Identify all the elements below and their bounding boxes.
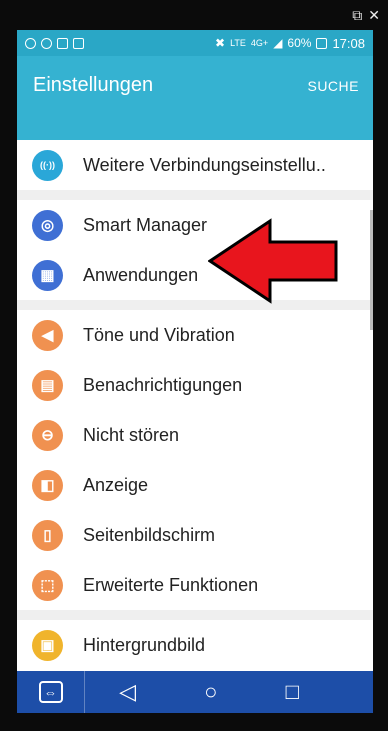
group-divider: [17, 610, 373, 620]
group-divider: [17, 190, 373, 200]
advanced-features-icon: ⬚: [32, 569, 63, 601]
settings-item-label: Hintergrundbild: [83, 634, 206, 655]
popout-icon[interactable]: ⧉: [352, 8, 362, 22]
settings-item[interactable]: ⬚ Erweiterte Funktionen: [17, 560, 373, 610]
navigation-bar: ⇔ ◁ ○ □: [17, 671, 373, 713]
teamviewer-button[interactable]: ⇔: [17, 671, 85, 713]
settings-item-label: Erweiterte Funktionen: [83, 574, 259, 595]
settings-item[interactable]: ▤ Benachrichtigungen: [17, 360, 373, 410]
folder-icon: [73, 37, 84, 49]
screenshot-frame: ⧉ ✕ ✖ LTE 4G+ ◢ 60% 17:08 Einstellungen: [0, 0, 388, 731]
whatsapp-icon: [25, 37, 36, 49]
settings-item[interactable]: ▯ Seitenbildschirm: [17, 510, 373, 560]
mute-icon: ✖: [215, 36, 226, 50]
settings-group: ◀ Töne und Vibration ▤ Benachrichtigungen ⊖ N…: [17, 310, 373, 610]
settings-item-label: Weitere Verbindungseinstellu..: [83, 154, 326, 175]
battery-icon: [316, 37, 328, 49]
red-arrow-pointer: [208, 218, 338, 304]
settings-item-label: Seitenbildschirm: [83, 524, 216, 545]
settings-group: ((·)) Weitere Verbindungseinstellu..: [17, 140, 373, 190]
phone-screen: ✖ LTE 4G+ ◢ 60% 17:08 Einstellungen SUCH…: [17, 30, 373, 713]
edge-screen-icon: ▯: [32, 519, 63, 551]
settings-item-label: Anzeige: [83, 474, 149, 495]
search-button[interactable]: SUCHE: [307, 74, 359, 94]
settings-item-label: Nicht stören: [83, 424, 180, 445]
display-icon: ◧: [32, 469, 63, 501]
wifi-signal-icon: ((·)): [32, 149, 63, 181]
teamviewer-icon: ⇔: [38, 681, 63, 703]
home-icon[interactable]: ○: [204, 679, 217, 705]
clock: 17:08: [332, 35, 365, 51]
recents-icon[interactable]: □: [286, 679, 299, 705]
settings-item[interactable]: ▣ Hintergrundbild: [17, 620, 373, 670]
scrollbar[interactable]: [370, 210, 373, 330]
settings-item-label: Töne und Vibration: [83, 324, 235, 345]
settings-item[interactable]: ◀ Töne und Vibration: [17, 310, 373, 360]
settings-item[interactable]: ((·)) Weitere Verbindungseinstellu..: [17, 140, 373, 190]
settings-item-label: Benachrichtigungen: [83, 374, 243, 395]
wallpaper-icon: ▣: [32, 629, 63, 661]
window-controls: ⧉ ✕: [352, 8, 380, 22]
status-bar: ✖ LTE 4G+ ◢ 60% 17:08: [17, 30, 373, 56]
settings-item-label: Anwendungen: [83, 264, 199, 285]
do-not-disturb-icon: ⊖: [32, 419, 63, 451]
page-title: Einstellungen: [33, 74, 154, 96]
back-icon[interactable]: ◁: [119, 679, 136, 705]
eye-icon: [41, 37, 52, 49]
volume-icon: ◀: [32, 319, 63, 351]
settings-item[interactable]: ⊖ Nicht stören: [17, 410, 373, 460]
app-bar: Einstellungen SUCHE: [17, 56, 373, 140]
notifications-icon: ▤: [32, 369, 63, 401]
network-type: LTE: [230, 38, 246, 48]
settings-item-label: Smart Manager: [83, 214, 208, 235]
battery-level: 60%: [287, 36, 312, 50]
apps-grid-icon: ▦: [32, 259, 63, 291]
signal-icon: ◢: [273, 36, 283, 50]
settings-item[interactable]: ◧ Anzeige: [17, 460, 373, 510]
screenshot-icon: [57, 37, 68, 49]
network-type-2: 4G+: [250, 38, 269, 48]
smart-manager-icon: ◎: [32, 209, 63, 241]
close-icon[interactable]: ✕: [368, 8, 380, 22]
